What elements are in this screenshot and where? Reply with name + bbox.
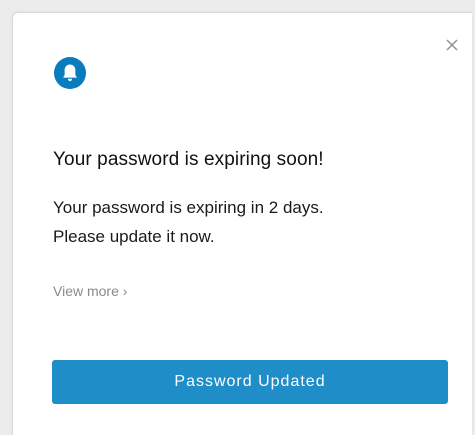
message-line: Please update it now. <box>53 227 215 246</box>
password-expiry-dialog: Your password is expiring soon! Your pas… <box>12 12 472 435</box>
dialog-title: Your password is expiring soon! <box>53 149 324 170</box>
bell-icon <box>53 56 87 90</box>
password-updated-button[interactable]: Password Updated <box>52 360 448 404</box>
message-line: Your password is expiring in 2 days. <box>53 198 324 217</box>
close-icon[interactable] <box>444 37 460 53</box>
view-more-link[interactable]: View more › <box>53 283 127 299</box>
dialog-message: Your password is expiring in 2 days. Ple… <box>53 193 433 251</box>
